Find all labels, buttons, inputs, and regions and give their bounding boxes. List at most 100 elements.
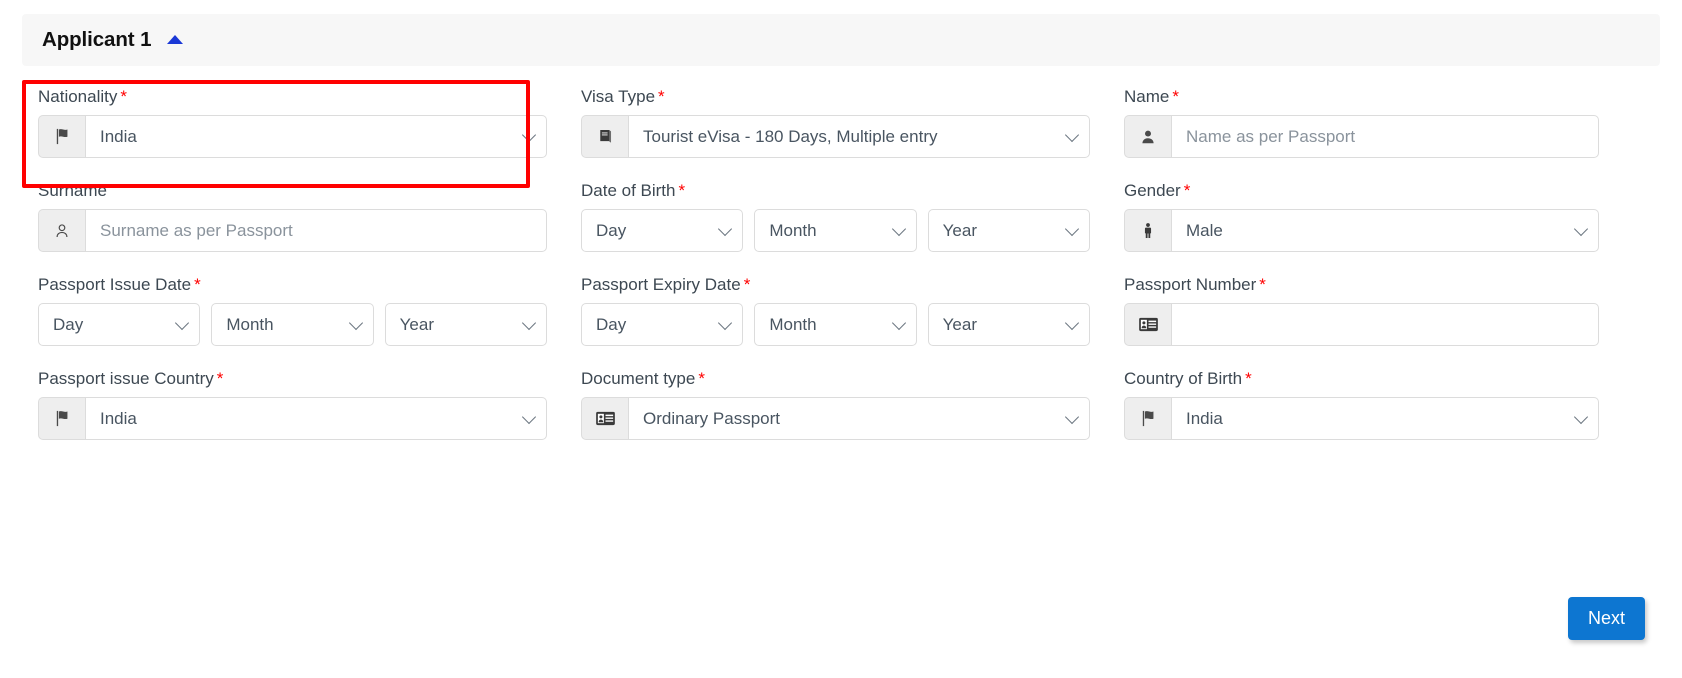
chevron-down-icon — [349, 315, 363, 329]
document-type-input-group[interactable]: Ordinary Passport — [581, 397, 1090, 440]
visa-type-input-group[interactable]: Tourist eVisa - 180 Days, Multiple entry — [581, 115, 1090, 158]
passport-issue-country-select[interactable]: India — [85, 397, 547, 440]
passport-issue-country-field: Passport issue Country* India — [38, 368, 547, 440]
form-column-1: Surname Surname as per Passport — [38, 180, 547, 274]
gender-field: Gender* Male — [1124, 180, 1599, 252]
page-title: Applicant 1 — [42, 28, 151, 52]
nationality-select[interactable]: India — [85, 115, 547, 158]
passport-issue-date-selects: Day Month Year — [38, 303, 547, 346]
chevron-down-icon — [1065, 315, 1079, 329]
name-field: Name* Name as per Passport — [1124, 86, 1599, 158]
date-of-birth-year-select[interactable]: Year — [928, 209, 1090, 252]
date-of-birth-month-select[interactable]: Month — [754, 209, 916, 252]
applicant-1-accordion-header[interactable]: Applicant 1 — [22, 14, 1660, 66]
form-column-3: Name* Name as per Passport — [1124, 86, 1599, 180]
passport-expiry-date-year-value: Year — [943, 315, 977, 335]
passport-issue-date-month-select[interactable]: Month — [211, 303, 373, 346]
chevron-down-icon — [1574, 221, 1588, 235]
id-card-icon — [1124, 303, 1171, 346]
person-outline-icon — [38, 209, 85, 252]
required-asterisk: * — [217, 369, 224, 388]
country-of-birth-input-group[interactable]: India — [1124, 397, 1599, 440]
form-column-2: Visa Type* Tourist eVisa - 180 Days, Mul… — [581, 86, 1090, 180]
passport-number-input-group[interactable] — [1124, 303, 1599, 346]
form-column-1: Nationality* India — [38, 86, 547, 180]
document-type-label: Document type* — [581, 368, 1090, 390]
chevron-down-icon — [522, 409, 536, 423]
name-placeholder: Name as per Passport — [1186, 127, 1355, 147]
visa-type-label: Visa Type* — [581, 86, 1090, 108]
applicant-form: Nationality* India — [38, 86, 1644, 462]
chevron-down-icon — [522, 315, 536, 329]
applicant-form-page: Applicant 1 Nationality* India — [0, 0, 1682, 678]
country-of-birth-label-text: Country of Birth — [1124, 369, 1242, 388]
person-icon — [1124, 115, 1171, 158]
date-of-birth-selects: Day Month Year — [581, 209, 1090, 252]
required-asterisk: * — [1259, 275, 1266, 294]
passport-expiry-date-label-text: Passport Expiry Date — [581, 275, 741, 294]
surname-field: Surname Surname as per Passport — [38, 180, 547, 252]
passport-expiry-date-day-value: Day — [596, 315, 626, 335]
document-type-field: Document type* Ordinary Passport — [581, 368, 1090, 440]
chevron-down-icon — [1065, 127, 1079, 141]
flag-icon — [38, 115, 85, 158]
passport-issue-country-label-text: Passport issue Country — [38, 369, 214, 388]
country-of-birth-label: Country of Birth* — [1124, 368, 1599, 390]
passport-issue-date-field: Passport Issue Date* Day Month Year — [38, 274, 547, 346]
required-asterisk: * — [194, 275, 201, 294]
passport-expiry-date-month-select[interactable]: Month — [754, 303, 916, 346]
nationality-label-text: Nationality — [38, 87, 117, 106]
passport-issue-country-input-group[interactable]: India — [38, 397, 547, 440]
date-of-birth-label-text: Date of Birth — [581, 181, 676, 200]
visa-type-field: Visa Type* Tourist eVisa - 180 Days, Mul… — [581, 86, 1090, 158]
surname-input-group[interactable]: Surname as per Passport — [38, 209, 547, 252]
form-column-3: Gender* Male — [1124, 180, 1599, 274]
name-input-group[interactable]: Name as per Passport — [1124, 115, 1599, 158]
caret-up-icon[interactable] — [167, 35, 183, 44]
chevron-down-icon — [1574, 409, 1588, 423]
passport-expiry-date-label: Passport Expiry Date* — [581, 274, 1090, 296]
passport-issue-date-label-text: Passport Issue Date — [38, 275, 191, 294]
passport-issue-date-year-value: Year — [400, 315, 434, 335]
name-label-text: Name — [1124, 87, 1169, 106]
surname-input[interactable]: Surname as per Passport — [85, 209, 547, 252]
passport-expiry-date-year-select[interactable]: Year — [928, 303, 1090, 346]
gender-select[interactable]: Male — [1171, 209, 1599, 252]
visa-type-value: Tourist eVisa - 180 Days, Multiple entry — [643, 127, 937, 147]
country-of-birth-select[interactable]: India — [1171, 397, 1599, 440]
form-row-3: Passport Issue Date* Day Month Year — [38, 274, 1644, 368]
passport-number-input[interactable] — [1171, 303, 1599, 346]
passport-expiry-date-month-value: Month — [769, 315, 816, 335]
date-of-birth-label: Date of Birth* — [581, 180, 1090, 202]
surname-placeholder: Surname as per Passport — [100, 221, 293, 241]
form-row-4: Passport issue Country* India — [38, 368, 1644, 462]
surname-label-text: Surname — [38, 181, 107, 200]
flag-icon — [38, 397, 85, 440]
next-button[interactable]: Next — [1568, 597, 1645, 640]
gender-label-text: Gender — [1124, 181, 1181, 200]
date-of-birth-month-value: Month — [769, 221, 816, 241]
nationality-value: India — [100, 127, 137, 147]
nationality-input-group[interactable]: India — [38, 115, 547, 158]
surname-label: Surname — [38, 180, 547, 202]
chevron-down-icon — [522, 127, 536, 141]
passport-expiry-date-day-select[interactable]: Day — [581, 303, 743, 346]
gender-input-group[interactable]: Male — [1124, 209, 1599, 252]
form-column-2: Passport Expiry Date* Day Month Year — [581, 274, 1090, 368]
visa-type-select[interactable]: Tourist eVisa - 180 Days, Multiple entry — [628, 115, 1090, 158]
date-of-birth-year-value: Year — [943, 221, 977, 241]
date-of-birth-day-value: Day — [596, 221, 626, 241]
form-column-2: Document type* Ordinary Passport — [581, 368, 1090, 462]
date-of-birth-day-select[interactable]: Day — [581, 209, 743, 252]
required-asterisk: * — [679, 181, 686, 200]
required-asterisk: * — [120, 87, 127, 106]
form-row-2: Surname Surname as per Passport — [38, 180, 1644, 274]
name-input[interactable]: Name as per Passport — [1171, 115, 1599, 158]
document-type-select[interactable]: Ordinary Passport — [628, 397, 1090, 440]
gender-value: Male — [1186, 221, 1223, 241]
passport-issue-country-value: India — [100, 409, 137, 429]
passport-issue-date-day-select[interactable]: Day — [38, 303, 200, 346]
passport-issue-date-year-select[interactable]: Year — [385, 303, 547, 346]
chevron-down-icon — [892, 221, 906, 235]
country-of-birth-field: Country of Birth* India — [1124, 368, 1599, 440]
